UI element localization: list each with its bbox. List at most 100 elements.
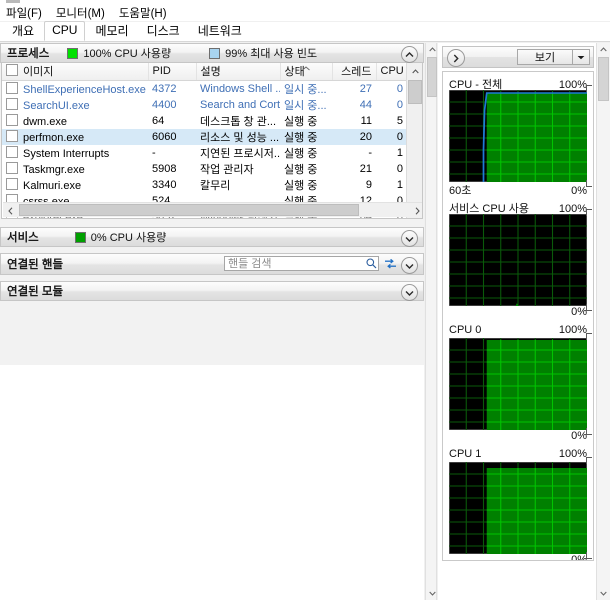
process-table-horizontal-scrollbar[interactable] (3, 202, 422, 218)
services-header[interactable]: 서비스 0% CPU 사용량 (0, 227, 424, 247)
scroll-down-button[interactable] (426, 587, 438, 600)
chart-canvas (449, 338, 587, 430)
row-checkbox[interactable] (6, 113, 18, 126)
table-header-row: 이미지 PID 설명 상태 스레드 CPU (2, 63, 407, 81)
table-row[interactable]: ShellExperienceHost.exe 4372 Windows She… (2, 80, 407, 97)
chart-bottom-row: 60초 0% (449, 182, 587, 197)
chevron-down-icon (405, 290, 414, 296)
cpu-tab-content: 프로세스 100% CPU 사용량 99% 최대 사용 빈도 이미지 PID 설… (0, 43, 424, 600)
processes-header[interactable]: 프로세스 100% CPU 사용량 99% 최대 사용 빈도 (0, 43, 424, 63)
col-header-image[interactable]: 이미지 (2, 63, 149, 81)
chart-canvas (449, 462, 587, 554)
scroll-thumb[interactable] (427, 57, 437, 97)
handle-search-input[interactable] (225, 257, 364, 270)
cell-image-label: Kalmuri.exe (23, 179, 82, 192)
cell-cpu: 0 (396, 98, 403, 111)
tab-memory[interactable]: 메모리 (87, 22, 136, 41)
processes-collapse-button[interactable] (401, 46, 418, 63)
axis-bracket-top (586, 457, 592, 464)
sort-ascending-icon (302, 63, 311, 74)
tab-overview[interactable]: 개요 (4, 22, 42, 41)
row-checkbox[interactable] (6, 177, 18, 190)
left-pane-vertical-scrollbar[interactable] (425, 43, 437, 600)
col-header-description[interactable]: 설명 (196, 63, 281, 81)
scroll-up-button[interactable] (426, 43, 438, 56)
scroll-thumb[interactable] (408, 80, 422, 104)
cell-pid: 6060 (148, 128, 196, 145)
tab-disk[interactable]: 디스크 (139, 22, 188, 41)
scroll-right-button[interactable] (410, 203, 422, 218)
cell-threads: 27 (359, 82, 372, 95)
scroll-left-button[interactable] (3, 203, 18, 218)
scroll-down-button[interactable] (597, 587, 610, 600)
chart-top-row: CPU 1 100% (449, 448, 587, 462)
select-all-checkbox[interactable] (6, 64, 18, 77)
cell-description: 칼무리 (200, 179, 231, 192)
dropdown-arrow-icon[interactable] (572, 49, 590, 65)
chevron-down-icon (405, 236, 414, 242)
cell-status: 실행 중 (280, 128, 332, 145)
process-table-body: ShellExperienceHost.exe 4372 Windows She… (2, 80, 407, 218)
handles-expand-button[interactable] (401, 257, 418, 274)
chart-bottom-row: 0% (449, 430, 587, 444)
row-checkbox[interactable] (6, 81, 18, 94)
modules-header[interactable]: 연결된 모듈 (0, 281, 424, 301)
chart-cpu-1: CPU 1 100% 0% (449, 448, 592, 560)
cell-pid: 4372 (152, 82, 177, 95)
axis-bracket-bottom (586, 428, 592, 435)
services-legend-label: 0% CPU 사용량 (90, 232, 167, 244)
cell-pid: 5908 (152, 162, 177, 175)
processes-title: 프로세스 (7, 48, 50, 60)
col-header-threads[interactable]: 스레드 (332, 63, 377, 81)
process-table-vertical-scrollbar[interactable] (406, 63, 422, 218)
table-row[interactable]: System Interrupts - 지연된 프로시저... 실행 중 - 1 (2, 145, 407, 161)
axis-bracket-top (586, 209, 592, 216)
cell-description: 리소스 및 성능 ... (196, 128, 280, 145)
axis-bracket-top (586, 85, 592, 92)
window-vertical-scrollbar[interactable] (596, 43, 610, 600)
handle-search-box[interactable] (224, 256, 379, 271)
legend-green-swatch-icon (74, 231, 86, 243)
chart-svg (449, 90, 587, 182)
refresh-icon[interactable] (383, 257, 397, 270)
menu-monitor[interactable]: 모니터(M) (56, 5, 105, 21)
col-header-pid[interactable]: PID (148, 63, 197, 81)
pane-splitter[interactable] (424, 43, 438, 600)
tab-cpu[interactable]: CPU (44, 21, 86, 41)
table-row[interactable]: perfmon.exe 6060 리소스 및 성능 ... 실행 중 20 0 (2, 128, 407, 145)
chevron-up-icon (405, 51, 414, 57)
col-header-status[interactable]: 상태 (280, 63, 333, 81)
services-expand-button[interactable] (401, 230, 418, 247)
row-checkbox[interactable] (6, 161, 18, 174)
table-row[interactable]: dwm.exe 64 데스크톱 창 관... 실행 중 11 5 (2, 113, 407, 129)
caret-up-icon (600, 47, 607, 52)
tab-network[interactable]: 네트워크 (190, 22, 250, 41)
search-icon[interactable] (364, 257, 378, 270)
table-row[interactable]: Kalmuri.exe 3340 칼무리 실행 중 9 1 (2, 177, 407, 193)
handles-header[interactable]: 연결된 핸들 (0, 253, 424, 275)
modules-expand-button[interactable] (401, 284, 418, 301)
scroll-up-button[interactable] (407, 63, 422, 79)
scroll-up-button[interactable] (597, 43, 610, 56)
row-checkbox[interactable] (6, 129, 18, 142)
chart-service-cpu: 서비스 CPU 사용 100% 0% (449, 200, 592, 320)
view-dropdown-button[interactable]: 보기 (517, 49, 590, 65)
col-header-cpu[interactable]: CPU (376, 63, 407, 81)
row-checkbox[interactable] (6, 97, 18, 110)
scroll-thumb[interactable] (598, 57, 609, 101)
table-row[interactable]: SearchUI.exe 4400 Search and Cort... 일시 … (2, 97, 407, 113)
process-table: 이미지 PID 설명 상태 스레드 CPU ShellExperienceHos… (2, 63, 407, 218)
cell-image-label: System Interrupts (23, 147, 110, 160)
col-header-image-label: 이미지 (23, 66, 54, 79)
scroll-thumb-horizontal[interactable] (19, 204, 359, 216)
process-table-container: 이미지 PID 설명 상태 스레드 CPU ShellExperienceHos… (1, 63, 423, 219)
cell-image: System Interrupts (2, 145, 148, 161)
chart-max-label: 100% (558, 448, 587, 460)
menu-file[interactable]: 파일(F) (6, 5, 42, 21)
menu-help[interactable]: 도움말(H) (119, 5, 167, 21)
graph-panel-collapse-button[interactable] (447, 49, 465, 67)
window-title-text (6, 0, 20, 3)
table-row[interactable]: Taskmgr.exe 5908 작업 관리자 실행 중 21 0 (2, 161, 407, 177)
resource-monitor-window: 파일(F) 모니터(M) 도움말(H) 개요 CPU 메모리 디스크 네트워크 … (0, 0, 610, 600)
row-checkbox[interactable] (6, 145, 18, 158)
